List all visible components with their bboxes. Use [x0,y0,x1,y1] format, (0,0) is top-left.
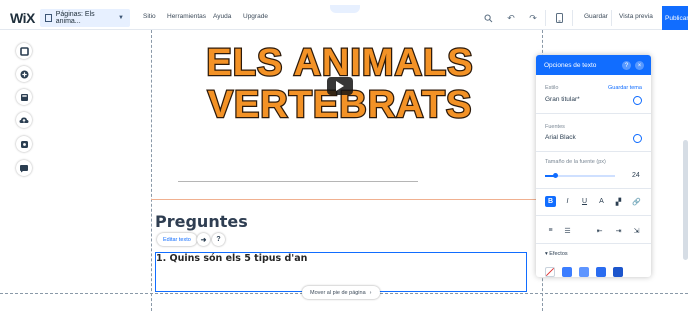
play-icon[interactable] [327,77,353,95]
panel-title: Opciones de texto [544,61,597,69]
wix-editor: WiX Páginas: Els anima... ▼ Sitio Herram… [0,0,688,311]
font-label: Fuentes [545,124,565,130]
mobile-view-icon[interactable] [552,11,566,25]
highlight-icon[interactable]: ▞ [613,196,624,207]
italic-icon[interactable]: I [562,196,573,207]
align-left-icon[interactable]: ≡ [545,225,556,236]
move-to-footer-button[interactable]: Mover al pie de página › [302,286,380,299]
style-dropdown-icon[interactable] [633,96,642,105]
horizontal-divider [178,181,418,182]
pages-dropdown-label: Páginas: Els anima... [55,11,95,25]
panel-divider [536,113,651,114]
add-elements-icon[interactable] [16,43,32,59]
section-heading[interactable]: Preguntes [155,212,248,231]
panel-help-icon[interactable]: ? [622,61,631,70]
bold-icon[interactable]: B [545,196,556,207]
effect-none-swatch[interactable] [545,267,555,277]
pages-dropdown[interactable]: Páginas: Els anima... ▼ [40,9,130,27]
text-options-panel: Opciones de texto ? × Estilo Guardar tem… [536,55,651,277]
toolbar-divider [572,10,573,26]
panel-divider [536,188,651,189]
wix-logo[interactable]: WiX [10,10,35,26]
effect-swatch[interactable] [596,267,606,277]
chevron-right-icon: › [369,289,372,296]
style-value[interactable]: Gran titular* [545,96,580,103]
page-icon [45,14,52,22]
font-size-label: Tamaño de la fuente (px) [545,159,606,165]
effect-swatch[interactable] [613,267,623,277]
panel-divider [536,243,651,244]
chevron-down-icon: ▼ [118,15,124,21]
effects-label: Efectos [549,251,568,257]
font-size-slider[interactable] [545,173,615,178]
pages-icon[interactable] [16,89,32,105]
page-scrollbar[interactable] [683,140,688,260]
media-icon[interactable] [16,136,32,152]
font-value[interactable]: Arial Black [545,134,576,141]
toolbar-divider [545,10,546,26]
effect-swatch[interactable] [562,267,572,277]
bullet-list-icon[interactable]: ☰ [562,225,573,236]
question-text[interactable]: 1. Quins són els 5 tipus d'an [156,253,307,264]
font-dropdown-icon[interactable] [633,134,642,143]
panel-close-icon[interactable]: × [635,61,644,70]
effects-section-toggle[interactable]: ▾ Efectos [545,251,568,257]
topbar-collapse-handle[interactable] [330,5,360,13]
menu-tools[interactable]: Herramientas [167,13,206,20]
indent-decrease-icon[interactable]: ⇤ [594,225,605,236]
redo-icon[interactable]: ↷ [526,11,540,25]
blog-icon[interactable] [16,160,32,176]
save-theme-link[interactable]: Guardar tema [608,85,642,91]
panel-divider [536,151,651,152]
publish-button[interactable]: Publicar [662,6,688,30]
add-section-icon[interactable] [16,66,32,82]
toolbar-divider [611,10,612,26]
move-to-footer-label: Mover al pie de página [310,289,366,296]
style-label: Estilo [545,85,559,91]
edit-text-button[interactable]: Editar texto [157,233,197,246]
panel-divider [536,215,651,216]
panel-header: Opciones de texto [536,55,651,75]
menu-help[interactable]: Ayuda [213,13,231,20]
undo-icon[interactable]: ↶ [504,11,518,25]
link-icon[interactable]: 🔗 [631,196,642,207]
menu-site[interactable]: Sitio [143,13,156,20]
upload-icon[interactable] [16,112,32,128]
indent-increase-icon[interactable]: ⇥ [613,225,624,236]
animation-icon[interactable]: ➜ [197,233,210,246]
menu-upgrade[interactable]: Upgrade [243,13,268,20]
font-size-slider-knob[interactable] [553,173,558,178]
underline-icon[interactable]: U [579,196,590,207]
text-color-icon[interactable]: A [596,196,607,207]
text-direction-icon[interactable]: ⇲ [631,225,642,236]
effect-swatch[interactable] [579,267,589,277]
preview-button[interactable]: Vista previa [619,13,653,20]
help-icon[interactable]: ? [212,233,225,246]
section-divider [151,199,541,200]
zoom-icon[interactable] [481,11,495,25]
font-size-value[interactable]: 24 [632,172,640,179]
save-button[interactable]: Guardar [584,13,608,20]
